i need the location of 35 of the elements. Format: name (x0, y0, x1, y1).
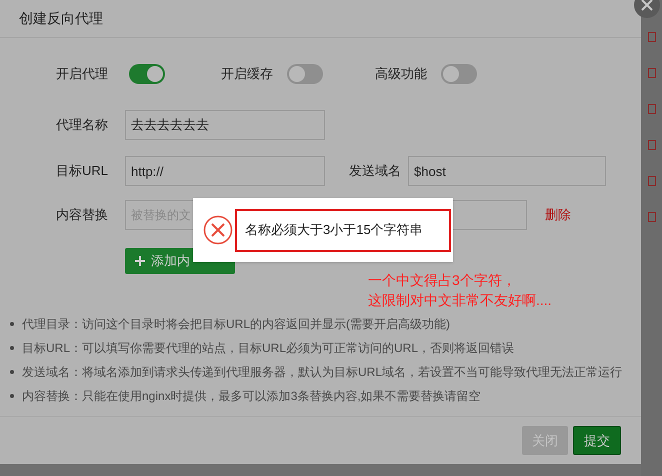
error-icon (203, 215, 233, 245)
dialog-title: 创建反向代理 (19, 9, 103, 28)
plus-icon (135, 256, 145, 266)
field-label: 代理名称 (56, 116, 109, 134)
field-label: 内容替换 (56, 206, 109, 224)
annotation-text: 这限制对中文非常不友好啊.... (368, 291, 552, 310)
target-url-field[interactable]: http:// (125, 156, 325, 186)
row-icon (648, 32, 656, 42)
field-label: 高级功能 (375, 65, 427, 84)
note-text: 代理目录：访问这个目录时将会把目标URL的内容返回并显示(需要开启高级功能) (22, 316, 450, 333)
bullet-icon (10, 394, 14, 398)
toggle-switch[interactable] (441, 64, 477, 84)
name-field[interactable]: 去去去去去去 (125, 110, 325, 140)
row-icon (648, 68, 656, 78)
field-label: 目标URL (56, 162, 110, 180)
host-field[interactable]: $host (408, 156, 606, 186)
field-label: 开启代理 (56, 65, 108, 84)
bullet-icon (10, 346, 14, 350)
bullet-icon (10, 370, 14, 374)
toggle-switch[interactable] (129, 64, 165, 84)
annotation-text: 一个中文得占3个字符， (368, 271, 517, 290)
error-message: 名称必须大于3小于15个字符串 (235, 208, 451, 252)
note-text: 内容替换：只能在使用nginx时提供，最多可以添加3条替换内容,如果不需要替换请留空 (22, 388, 481, 405)
bullet-icon (10, 322, 14, 326)
row-icon (648, 104, 656, 114)
note-text: 目标URL：可以填写你需要代理的站点，目标URL必须为可正常访问的URL，否则将返回错误 (22, 340, 514, 357)
field-label: 开启缓存 (221, 65, 273, 84)
field-label: 发送域名 (349, 162, 401, 180)
delete-link[interactable]: 删除 (545, 205, 571, 225)
row-icon (648, 212, 656, 222)
row-icon (648, 140, 656, 150)
row-icon (648, 176, 656, 186)
note-text: 发送域名：将域名添加到请求头传递到代理服务器，默认为目标URL域名，若设置不当可能导致代理无法正常运行 (22, 364, 622, 381)
submit-button[interactable]: 提交 (573, 426, 621, 455)
toggle-switch[interactable] (287, 64, 323, 84)
